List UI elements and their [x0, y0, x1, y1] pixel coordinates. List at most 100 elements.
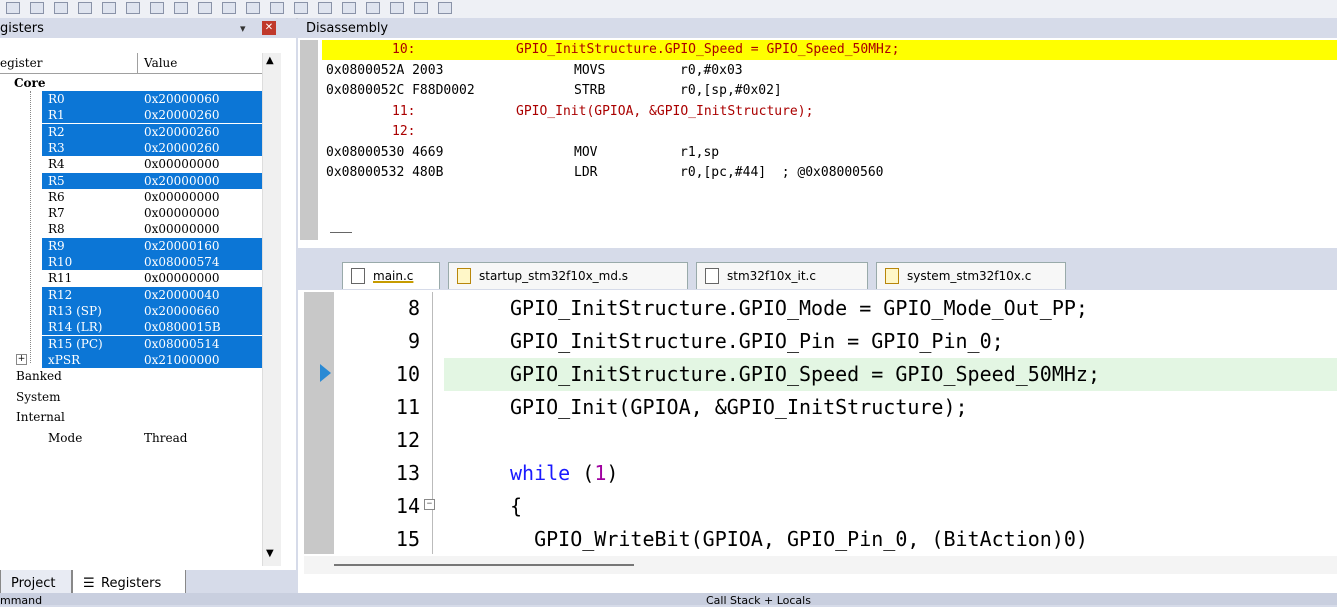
line-number: 8	[407, 296, 420, 320]
register-row-mode[interactable]: Mode Thread	[0, 430, 280, 446]
registers-title: gisters	[0, 21, 44, 36]
asm-line[interactable]: 0x0800052C F88D0002 STRB r0,[sp,#0x02]	[322, 81, 1337, 101]
analysis-window-icon[interactable]	[366, 2, 380, 14]
code-punct: )	[606, 461, 619, 485]
register-name: R7	[48, 206, 65, 221]
file-icon	[351, 268, 365, 284]
register-value: 0x20000000	[144, 173, 220, 188]
code-line[interactable]: 10 GPIO_InitStructure.GPIO_Speed = GPIO_S…	[304, 358, 1337, 391]
close-icon[interactable]: ✕	[262, 21, 276, 35]
serial-window-icon[interactable]	[342, 2, 356, 14]
toolbox-icon[interactable]	[438, 2, 452, 14]
tab-system-stm32f10x-c[interactable]: system_stm32f10x.c	[876, 262, 1066, 289]
register-row[interactable]: + xPSR 0x21000000	[0, 351, 280, 368]
source-line[interactable]: 12:	[322, 122, 1337, 142]
registers-window-icon[interactable]	[246, 2, 260, 14]
step-icon[interactable]	[78, 2, 92, 14]
register-row[interactable]: R8 0x00000000	[0, 221, 280, 237]
registers-scrollbar[interactable]: ▲ ▼	[262, 53, 281, 566]
register-row[interactable]: R12 0x20000040	[0, 286, 280, 303]
register-row[interactable]: R3 0x20000260	[0, 139, 280, 156]
source-line[interactable]: 11: GPIO_Init(GPIOA, &GPIO_InitStructure)…	[322, 102, 1337, 122]
fold-collapse-icon[interactable]: −	[424, 499, 435, 510]
register-name: R13 (SP)	[48, 303, 102, 318]
disassembly-window-icon[interactable]	[198, 2, 212, 14]
asm-line[interactable]: 0x0800052A 2003 MOVS r0,#0x03	[322, 61, 1337, 81]
code-line[interactable]: 11 GPIO_Init(GPIOA, &GPIO_InitStructure);	[304, 391, 1337, 424]
register-name: R3	[48, 140, 65, 155]
column-register[interactable]: egister	[0, 56, 42, 70]
code-line[interactable]: 13 while (1)	[304, 457, 1337, 490]
callstack-panel-title: Call Stack + Locals	[706, 594, 811, 607]
trace-icon[interactable]	[390, 2, 404, 14]
asm-operands: r0,[pc,#44] ; @0x08000560	[680, 165, 884, 180]
run-to-cursor-icon[interactable]	[150, 2, 164, 14]
column-value[interactable]: Value	[144, 56, 177, 70]
register-row[interactable]: R2 0x20000260	[0, 123, 280, 140]
editor-horizontal-scrollbar[interactable]	[304, 556, 1337, 574]
register-row[interactable]: R5 0x20000000	[0, 172, 280, 189]
register-row[interactable]: R13 (SP) 0x20000660	[0, 302, 280, 319]
symbols-window-icon[interactable]	[222, 2, 236, 14]
asm-line[interactable]: 0x08000530 4669 MOV r1,sp	[322, 143, 1337, 163]
register-value: 0x20000040	[144, 287, 220, 302]
register-row[interactable]: R9 0x20000160	[0, 237, 280, 254]
watch-window-icon[interactable]	[294, 2, 308, 14]
tree-node-system[interactable]: System	[0, 389, 280, 405]
disassembly-splitter[interactable]	[330, 232, 352, 233]
register-row[interactable]: R10 0x08000574	[0, 254, 280, 270]
tab-label: system_stm32f10x.c	[907, 269, 1032, 283]
command-window-icon[interactable]	[174, 2, 188, 14]
file-icon	[885, 268, 899, 284]
disassembly-gutter[interactable]	[300, 40, 318, 240]
tab-startup-stm32f10x-md-s[interactable]: startup_stm32f10x_md.s	[448, 262, 688, 289]
step-out-icon[interactable]	[126, 2, 140, 14]
code-line[interactable]: 12	[304, 424, 1337, 457]
code-area[interactable]: 8 GPIO_InitStructure.GPIO_Mode = GPIO_Mod…	[304, 292, 1337, 554]
register-value: 0x0800015B	[144, 320, 221, 335]
source-line-number: 12:	[392, 124, 416, 139]
mode-value: Thread	[144, 430, 188, 445]
source-line[interactable]: 10: GPIO_InitStructure.GPIO_Speed = GPIO_…	[322, 40, 1337, 60]
system-viewer-icon[interactable]	[414, 2, 428, 14]
register-row[interactable]: R11 0x00000000	[0, 270, 280, 286]
register-row[interactable]: R6 0x00000000	[0, 189, 280, 205]
run-icon[interactable]	[54, 2, 68, 14]
memory-window-icon[interactable]	[318, 2, 332, 14]
step-over-icon[interactable]	[102, 2, 116, 14]
call-stack-icon[interactable]	[270, 2, 284, 14]
view-icon[interactable]	[6, 2, 20, 14]
code-line[interactable]: 9 GPIO_InitStructure.GPIO_Pin = GPIO_Pin_…	[304, 325, 1337, 358]
pin-icon[interactable]: ▾	[240, 22, 246, 35]
tree-node-banked[interactable]: Banked	[0, 368, 280, 384]
code-line[interactable]: 15 GPIO_WriteBit(GPIOA, GPIO_Pin_0, (Bit…	[304, 523, 1337, 554]
expand-icon[interactable]: +	[16, 353, 27, 365]
file-tabs: main.c startup_stm32f10x_md.s stm32f10x_it…	[298, 260, 1337, 290]
asm-line[interactable]: 0x08000532 480B LDR r0,[pc,#44] ; @0x08000…	[322, 163, 1337, 183]
register-row[interactable]: R14 (LR) 0x0800015B	[0, 319, 280, 336]
code-text: GPIO_InitStructure.GPIO_Mode = GPIO_Mode…	[510, 296, 1088, 320]
register-value: 0x00000000	[144, 189, 220, 204]
current-pc-arrow-icon	[320, 364, 331, 382]
scroll-up-icon[interactable]: ▲	[266, 55, 274, 66]
register-row[interactable]: R0 0x20000060	[0, 91, 280, 107]
register-value: 0x00000000	[144, 222, 220, 237]
asm-opcode: LDR	[574, 165, 598, 180]
register-name: R15 (PC)	[48, 336, 103, 351]
register-row[interactable]: R7 0x00000000	[0, 205, 280, 221]
register-row[interactable]: R15 (PC) 0x08000514	[0, 335, 280, 352]
code-line[interactable]: −14 {	[304, 490, 1337, 523]
reset-icon[interactable]	[30, 2, 44, 14]
tree-node-core[interactable]: Core	[0, 75, 280, 91]
tab-stm32f10x-it-c[interactable]: stm32f10x_it.c	[696, 262, 868, 289]
tab-main-c[interactable]: main.c	[342, 262, 440, 289]
register-row[interactable]: R4 0x00000000	[0, 156, 280, 172]
register-name: R6	[48, 189, 65, 204]
register-row[interactable]: R1 0x20000260	[0, 107, 280, 124]
register-value: 0x20000660	[144, 303, 220, 318]
tree-node-internal[interactable]: Internal	[0, 409, 280, 425]
code-text: GPIO_Init(GPIOA, &GPIO_InitStructure);	[510, 395, 968, 419]
code-line[interactable]: 8 GPIO_InitStructure.GPIO_Mode = GPIO_Mod…	[304, 292, 1337, 325]
scroll-down-icon[interactable]: ▼	[266, 548, 274, 559]
tree-node-label: System	[16, 389, 61, 404]
